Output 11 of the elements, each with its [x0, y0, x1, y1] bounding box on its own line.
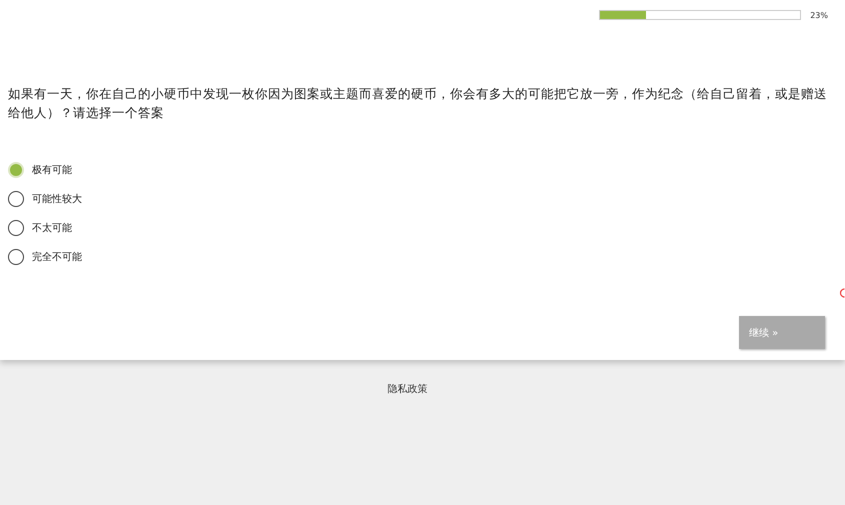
option-label[interactable]: 不太可能	[32, 221, 72, 235]
question-text: 如果有一天，你在自己的小硬币中发现一枚你因为图案或主题而喜爱的硬币，你会有多大的可能把它放一旁，作为纪念（给自己留着，或是赠送给他人）？请选择一个答案	[8, 85, 828, 122]
option-label[interactable]: 完全不可能	[32, 250, 82, 264]
option-label[interactable]: 可能性较大	[32, 192, 82, 206]
option-label[interactable]: 极有可能	[32, 163, 72, 177]
radio-button[interactable]	[8, 249, 24, 265]
progress-percent: 23%	[810, 10, 828, 20]
radio-button[interactable]	[8, 220, 24, 236]
privacy-policy-link[interactable]: 隐私政策	[388, 384, 428, 395]
radio-button[interactable]	[8, 191, 24, 207]
arc-icon	[840, 288, 845, 298]
